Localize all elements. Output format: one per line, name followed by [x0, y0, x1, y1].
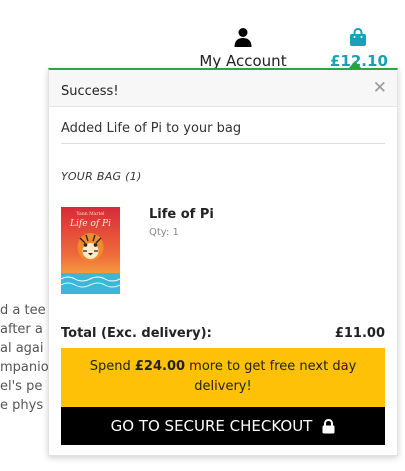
checkout-label: GO TO SECURE CHECKOUT: [110, 417, 313, 435]
close-icon[interactable]: ✕: [373, 78, 387, 98]
toast-title: Success!: [61, 84, 119, 99]
cover-author: Yann Martel: [76, 211, 105, 217]
added-message: Added Life of Pi to your bag: [61, 107, 385, 144]
free-delivery-suffix: more to get free next day delivery!: [185, 359, 357, 394]
lock-icon: [322, 418, 335, 433]
item-name[interactable]: Life of Pi: [149, 207, 214, 222]
toast-header: Success! ✕: [49, 70, 397, 107]
toast-body: Added Life of Pi to your bag YOUR BAG (1…: [49, 107, 397, 297]
user-icon: [234, 28, 252, 47]
item-quantity: Qty: 1: [149, 227, 179, 238]
free-delivery-prefix: Spend: [89, 359, 135, 374]
bag-heading: YOUR BAG (1): [61, 170, 142, 183]
my-account-link[interactable]: My Account: [196, 27, 290, 70]
free-delivery-amount: £24.00: [134, 359, 186, 374]
bag-item: Yann Martel Life of Pi Life of Pi Qty: 1: [61, 207, 385, 297]
toast-arrow: [349, 61, 361, 68]
secure-checkout-button[interactable]: GO TO SECURE CHECKOUT: [61, 407, 385, 445]
total-label: Total (Exc. delivery):: [61, 326, 212, 341]
free-delivery-banner: Spend £24.00 more to get free next day d…: [61, 348, 385, 407]
total-value: £11.00: [334, 326, 385, 341]
shopping-bag-icon: [350, 27, 366, 46]
bag-toast: Success! ✕ Added Life of Pi to your bag …: [48, 68, 398, 456]
book-cover-image[interactable]: Yann Martel Life of Pi: [61, 207, 120, 294]
cover-title: Life of Pi: [69, 219, 111, 229]
